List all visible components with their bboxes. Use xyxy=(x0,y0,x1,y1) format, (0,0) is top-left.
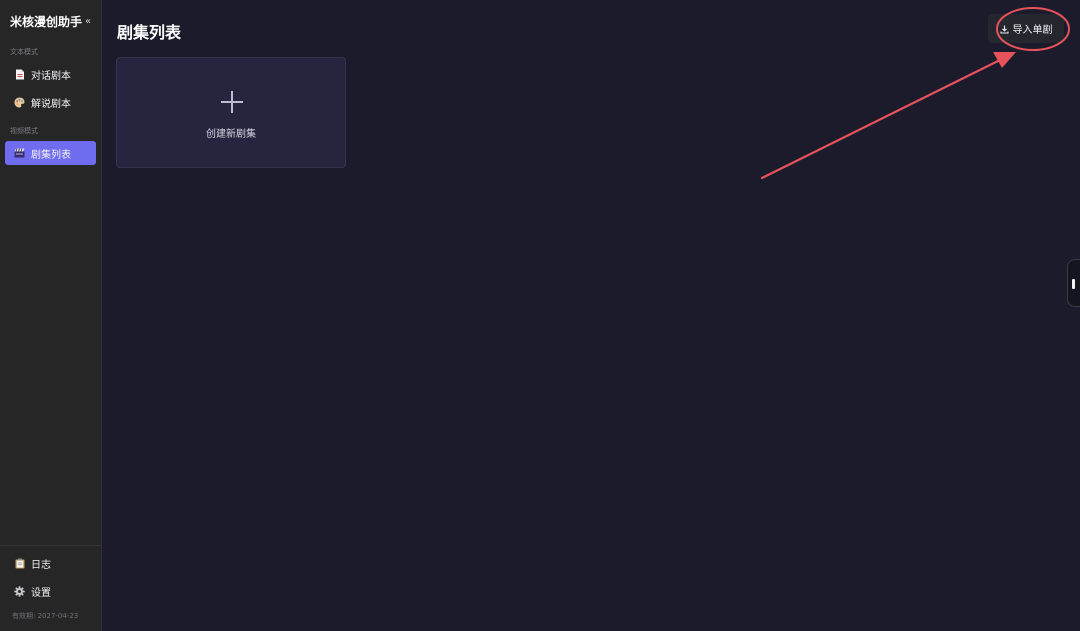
brand: 米核漫创助手 « xyxy=(10,13,100,30)
sidebar: 米核漫创助手 « 文本模式 对话剧本 解说剧本 视频模式 剧集列表 日志 设置 … xyxy=(0,0,102,631)
sidebar-divider xyxy=(0,545,102,546)
sidebar-item-logs[interactable]: 日志 xyxy=(5,551,96,575)
sidebar-item-narration-script[interactable]: 解说剧本 xyxy=(5,90,96,114)
document-icon xyxy=(14,69,25,80)
palette-icon xyxy=(14,97,25,108)
import-episode-button[interactable]: 导入单剧 xyxy=(988,14,1064,43)
film-icon xyxy=(14,148,25,159)
create-episode-card[interactable]: 创建新剧集 xyxy=(116,57,346,168)
plus-icon xyxy=(221,91,243,113)
app-window: 米核漫创助手 « 文本模式 对话剧本 解说剧本 视频模式 剧集列表 日志 设置 … xyxy=(0,0,1080,631)
section-label-video-mode: 视频模式 xyxy=(10,127,38,135)
clipboard-icon xyxy=(14,558,25,569)
collapse-sidebar-icon[interactable]: « xyxy=(85,16,91,27)
sidebar-item-label: 设置 xyxy=(31,587,51,599)
expiry-date: 有效期: 2027-04-23 xyxy=(12,612,79,620)
handle-grip xyxy=(1072,279,1075,289)
app-title: 米核漫创助手 xyxy=(10,15,83,29)
gear-icon xyxy=(14,585,25,597)
sidebar-item-dialogue-script[interactable]: 对话剧本 xyxy=(5,62,96,86)
section-label-text-mode: 文本模式 xyxy=(10,48,38,56)
sidebar-item-label: 剧集列表 xyxy=(31,149,71,161)
import-button-label: 导入单剧 xyxy=(1012,25,1053,36)
annotation-arrow-line xyxy=(760,58,1002,180)
sidebar-item-settings[interactable]: 设置 xyxy=(5,579,96,603)
download-icon xyxy=(999,19,1009,38)
sidebar-item-episode-list[interactable]: 剧集列表 xyxy=(5,141,96,165)
create-episode-label: 创建新剧集 xyxy=(206,129,256,140)
page-title: 剧集列表 xyxy=(117,23,182,42)
sidebar-item-label: 对话剧本 xyxy=(31,70,71,82)
side-panel-handle[interactable] xyxy=(1067,259,1080,307)
sidebar-item-label: 解说剧本 xyxy=(31,98,71,110)
annotation-arrow-head xyxy=(993,52,1016,68)
sidebar-item-label: 日志 xyxy=(31,559,51,571)
